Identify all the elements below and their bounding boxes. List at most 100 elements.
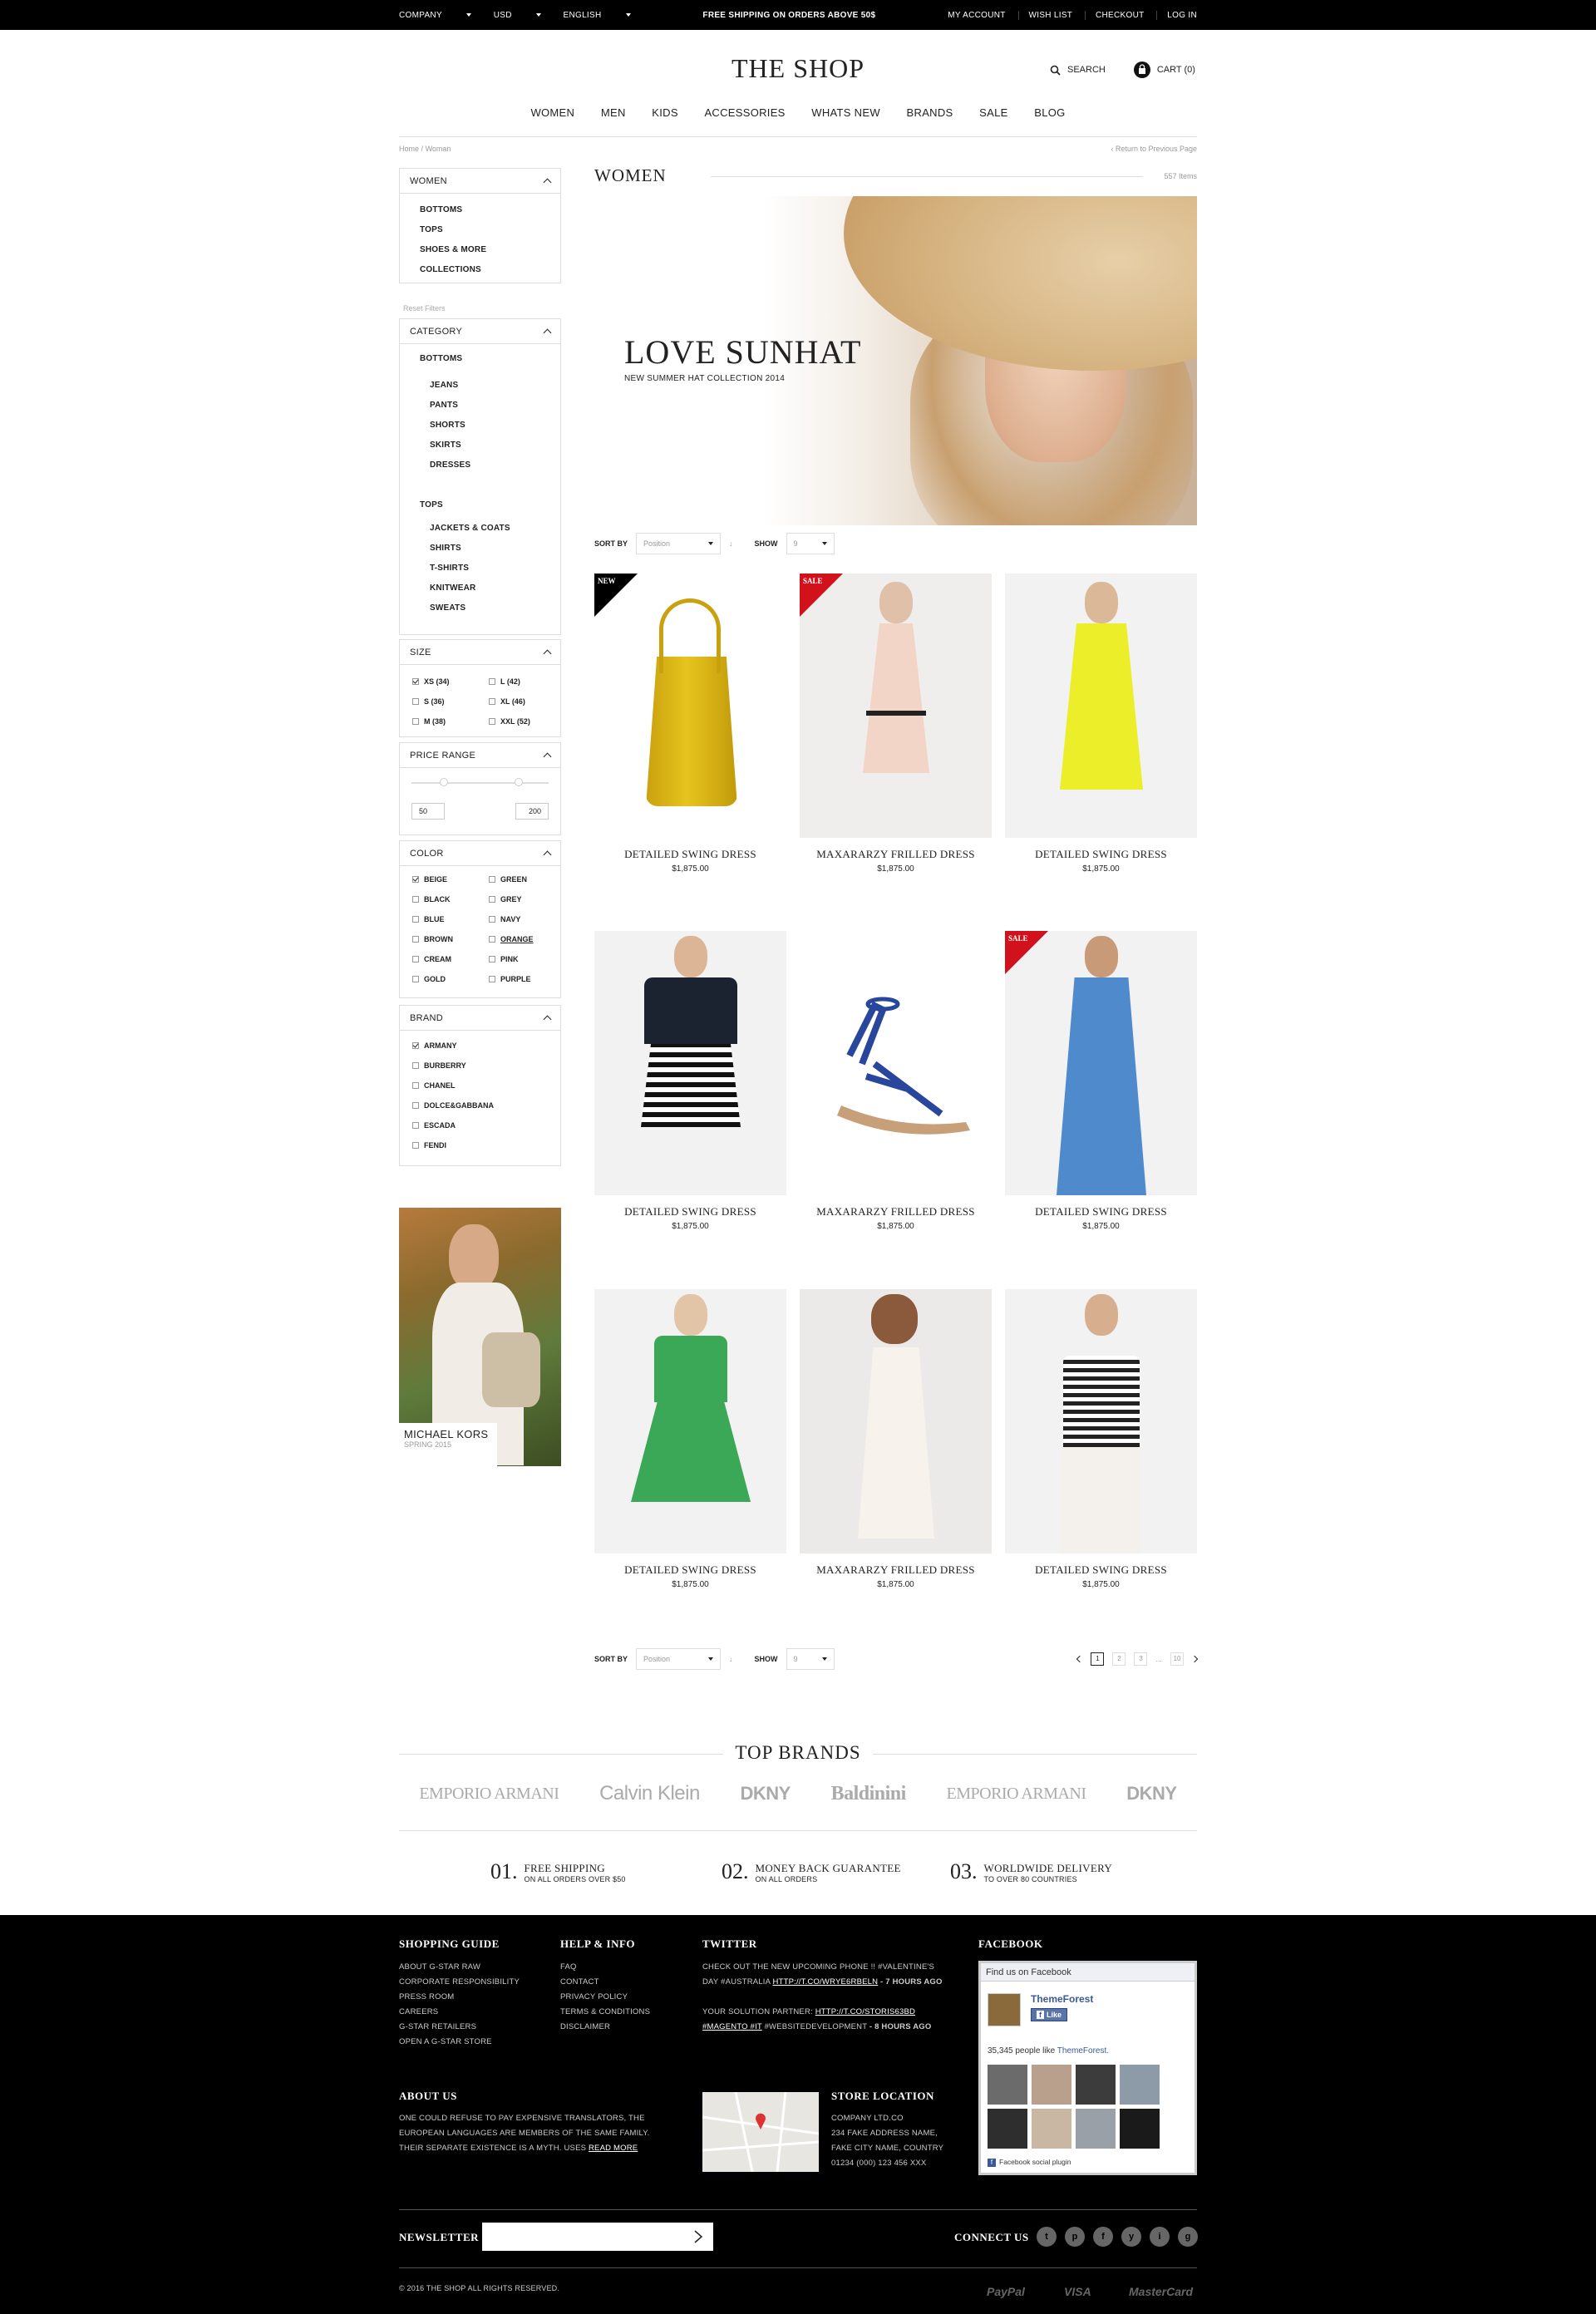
pinterest-icon[interactable]: p <box>1065 2227 1085 2247</box>
facebook-icon[interactable]: f <box>1093 2227 1113 2247</box>
color-option-green[interactable]: GREEN <box>489 869 565 889</box>
product-name[interactable]: DETAILED SWING DRESS <box>594 848 786 861</box>
footer-link[interactable]: CONTACT <box>560 1975 650 1990</box>
size-option-l[interactable]: L (42) <box>489 672 565 692</box>
checkout-link[interactable]: CHECKOUT <box>1085 10 1145 20</box>
category-item-skirts[interactable]: SKIRTS <box>420 436 560 455</box>
wish-list-link[interactable]: WISH LIST <box>1017 10 1073 20</box>
product-card[interactable]: NEW DETAILED SWING DRESS $1,875.00 <box>594 574 786 874</box>
likes-page-link[interactable]: ThemeForest. <box>1057 2046 1109 2056</box>
category-item-shirts[interactable]: SHIRTS <box>420 539 560 559</box>
brand-logo-emporio-armani[interactable]: EMPORIO ARMANI <box>419 1785 559 1804</box>
fan-avatar[interactable] <box>1076 2065 1116 2105</box>
product-name[interactable]: DETAILED SWING DRESS <box>594 1205 786 1219</box>
category-item-knitwear[interactable]: KNITWEAR <box>420 578 560 598</box>
footer-link[interactable]: TERMS & CONDITIONS <box>560 2005 650 2020</box>
brand-logo-baldinini[interactable]: Baldinini <box>831 1783 907 1805</box>
nav-accessories[interactable]: ACCESSORIES <box>704 106 785 119</box>
tweet-link[interactable]: HTTP://T.CO/WRYE6RBELN <box>773 1977 879 1987</box>
language-dropdown[interactable]: ENGLISH <box>564 11 631 20</box>
brand-logo-dkny[interactable]: DKNY <box>1126 1783 1177 1804</box>
color-option-pink[interactable]: PINK <box>489 949 565 969</box>
page-10[interactable]: 10 <box>1170 1652 1184 1666</box>
fan-avatar[interactable] <box>1032 2109 1071 2149</box>
price-filter-header[interactable]: PRICE RANGE <box>400 743 560 768</box>
product-name[interactable]: DETAILED SWING DRESS <box>1005 848 1197 861</box>
women-item-collections[interactable]: COLLECTIONS <box>420 260 560 280</box>
facebook-like-button[interactable]: f Like <box>1031 2008 1068 2021</box>
fan-avatar[interactable] <box>1032 2065 1071 2105</box>
fan-avatar[interactable] <box>988 2109 1027 2149</box>
footer-link[interactable]: OPEN A G-STAR STORE <box>399 2035 520 2050</box>
show-select[interactable]: 9 <box>786 533 835 554</box>
sort-direction-icon[interactable]: ↓ <box>729 1655 733 1663</box>
color-filter-header[interactable]: COLOR <box>400 841 560 866</box>
category-item-sweats[interactable]: SWEATS <box>420 598 560 618</box>
product-card[interactable]: DETAILED SWING DRESS $1,875.00 <box>1005 574 1197 874</box>
size-option-xs[interactable]: XS (34) <box>412 672 489 692</box>
product-image[interactable] <box>800 931 992 1195</box>
show-select[interactable]: 9 <box>786 1648 835 1670</box>
nav-whats-new[interactable]: WHATS NEW <box>811 106 880 119</box>
search-button[interactable]: SEARCH <box>1050 65 1106 76</box>
return-link[interactable]: ‹ Return to Previous Page <box>1111 145 1197 153</box>
brand-logo-emporio-armani[interactable]: EMPORIO ARMANI <box>947 1785 1087 1804</box>
product-card[interactable]: DETAILED SWING DRESS $1,875.00 <box>594 931 786 1231</box>
product-card[interactable]: DETAILED SWING DRESS $1,875.00 <box>1005 1289 1197 1589</box>
sort-select[interactable]: Position <box>636 1648 722 1670</box>
brand-option-burberry[interactable]: BURBERRY <box>412 1056 560 1076</box>
size-option-m[interactable]: M (38) <box>412 711 489 731</box>
google-plus-icon[interactable]: g <box>1178 2227 1198 2247</box>
cart-button[interactable]: CART (0) <box>1133 62 1195 78</box>
size-option-xxl[interactable]: XXL (52) <box>489 711 565 731</box>
product-image[interactable] <box>594 1289 786 1553</box>
color-option-black[interactable]: BLACK <box>412 889 489 909</box>
product-card[interactable]: MAXARARZY FRILLED DRESS $1,875.00 <box>800 1289 992 1589</box>
brand-option-armany[interactable]: ARMANY <box>412 1036 560 1056</box>
category-group-tops[interactable]: TOPS <box>420 495 560 515</box>
footer-link[interactable]: DISCLAIMER <box>560 2020 650 2035</box>
category-item-tshirts[interactable]: T-SHIRTS <box>420 559 560 578</box>
footer-link[interactable]: PRESS ROOM <box>399 1990 520 2005</box>
store-map[interactable] <box>702 2091 820 2173</box>
twitter-icon[interactable]: t <box>1037 2227 1057 2247</box>
price-slider[interactable]: 50 200 <box>400 768 560 835</box>
product-image[interactable]: SALE <box>1005 931 1197 1195</box>
facebook-page-name[interactable]: ThemeForest <box>1031 1993 1093 2005</box>
currency-dropdown[interactable]: USD <box>494 11 541 20</box>
submit-arrow-icon[interactable] <box>693 2230 703 2243</box>
product-image[interactable]: NEW <box>594 574 786 838</box>
newsletter-input[interactable] <box>482 2223 713 2251</box>
footer-link[interactable]: CORPORATE RESPONSIBILITY <box>399 1975 520 1990</box>
read-more-link[interactable]: READ MORE <box>589 2144 638 2153</box>
color-option-brown[interactable]: BROWN <box>412 929 489 949</box>
color-option-orange[interactable]: ORANGE <box>489 929 565 949</box>
nav-sale[interactable]: SALE <box>979 106 1007 119</box>
site-logo[interactable]: THE SHOP <box>0 53 1596 84</box>
color-option-beige[interactable]: BEIGE <box>412 869 489 889</box>
product-name[interactable]: MAXARARZY FRILLED DRESS <box>800 1563 992 1577</box>
nav-brands[interactable]: BRANDS <box>907 106 953 119</box>
fan-avatar[interactable] <box>988 2065 1027 2105</box>
product-name[interactable]: MAXARARZY FRILLED DRESS <box>800 848 992 861</box>
color-option-gold[interactable]: GOLD <box>412 969 489 989</box>
category-filter-header[interactable]: CATEGORY <box>400 319 560 344</box>
sort-select[interactable]: Position <box>636 533 722 554</box>
price-max-input[interactable]: 200 <box>515 803 549 820</box>
women-filter-header[interactable]: WOMEN <box>400 169 560 194</box>
product-card[interactable]: SALE DETAILED SWING DRESS $1,875.00 <box>1005 931 1197 1231</box>
footer-link[interactable]: CAREERS <box>399 2005 520 2020</box>
brand-filter-header[interactable]: BRAND <box>400 1006 560 1031</box>
product-name[interactable]: DETAILED SWING DRESS <box>594 1563 786 1577</box>
product-image[interactable] <box>1005 1289 1197 1553</box>
nav-men[interactable]: MEN <box>601 106 626 119</box>
footer-link[interactable]: PRIVACY POLICY <box>560 1990 650 2005</box>
footer-link[interactable]: FAQ <box>560 1960 650 1975</box>
product-image[interactable] <box>800 1289 992 1553</box>
fan-avatar[interactable] <box>1120 2065 1160 2105</box>
product-name[interactable]: DETAILED SWING DRESS <box>1005 1205 1197 1219</box>
prev-page-icon[interactable] <box>1076 1655 1084 1663</box>
nav-women[interactable]: WOMEN <box>530 106 574 119</box>
next-page-icon[interactable] <box>1190 1655 1199 1663</box>
product-card[interactable]: MAXARARZY FRILLED DRESS $1,875.00 <box>800 931 992 1231</box>
